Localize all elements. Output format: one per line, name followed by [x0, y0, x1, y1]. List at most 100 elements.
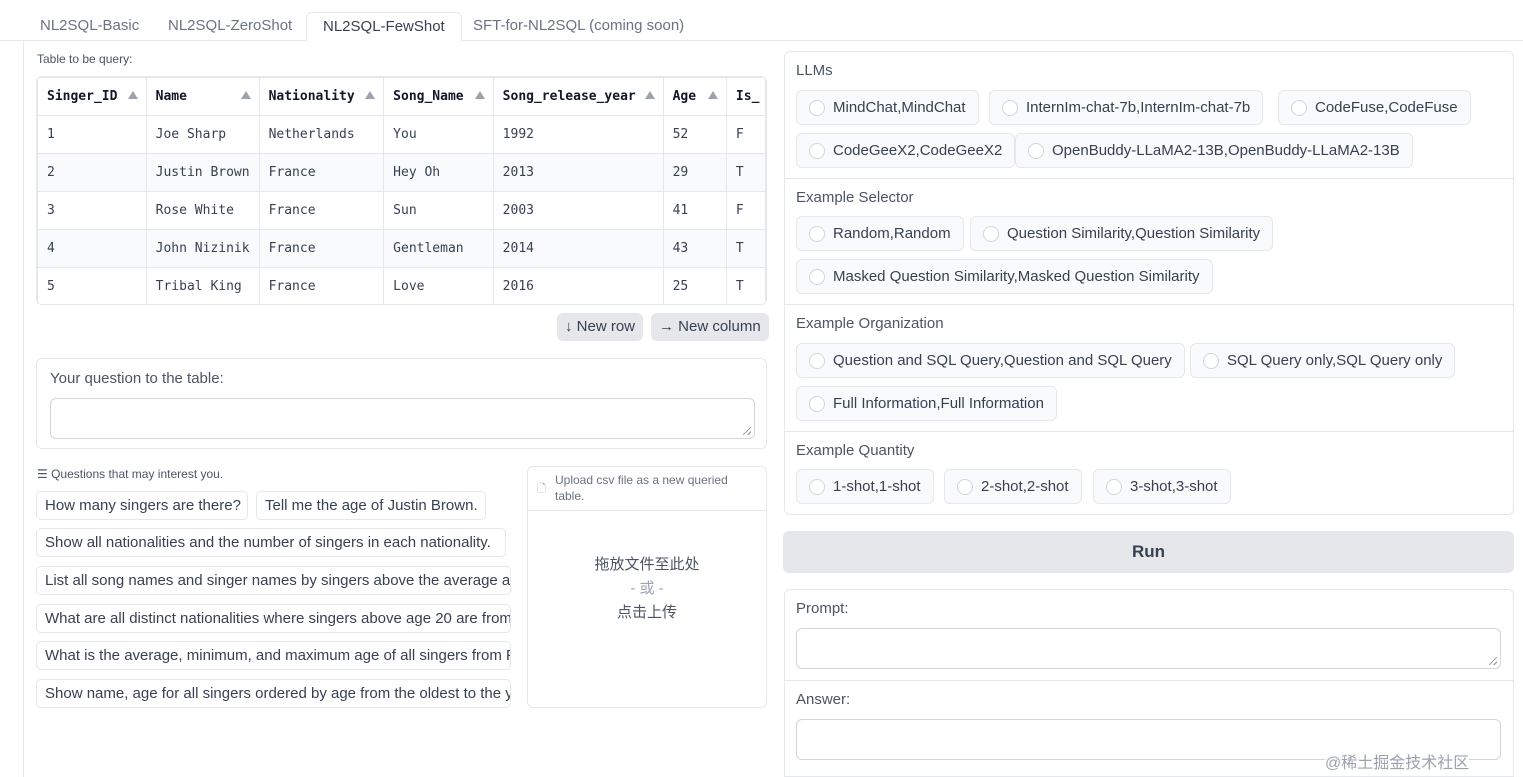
example-question[interactable]: How many singers are there? [36, 491, 248, 520]
table-label: Table to be query: [37, 52, 133, 66]
left-border [23, 41, 24, 777]
col-header-nationality[interactable]: Nationality [258, 77, 385, 116]
example-question[interactable]: Tell me the age of Justin Brown. [256, 491, 486, 520]
table-cell[interactable]: Rose White [145, 191, 260, 230]
table-cell[interactable]: F [725, 191, 766, 230]
table-cell[interactable]: Love [383, 267, 494, 304]
table-cell[interactable]: 4 [37, 229, 147, 268]
table-cell[interactable]: You [383, 115, 494, 154]
radio-llm-codegeex2[interactable]: CodeGeeX2,CodeGeeX2 [796, 133, 1016, 168]
example-question[interactable]: What are all distinct nationalities wher… [36, 604, 511, 633]
table-cell[interactable]: 41 [662, 191, 727, 230]
table-cell[interactable]: Joe Sharp [145, 115, 260, 154]
radio-circle-icon [957, 479, 973, 495]
radio-selector-masked-similarity[interactable]: Masked Question Similarity,Masked Questi… [796, 259, 1213, 294]
radio-org-sql-only[interactable]: SQL Query only,SQL Query only [1190, 343, 1456, 378]
table-row: 4 John Nizinik France Gentleman 2014 43 T [37, 229, 766, 268]
radio-quantity-1shot[interactable]: 1-shot,1-shot [796, 469, 934, 504]
divider [784, 680, 1514, 681]
radio-llm-codefuse[interactable]: CodeFuse,CodeFuse [1278, 90, 1471, 125]
radio-circle-icon [809, 143, 825, 159]
table-cell[interactable]: 2013 [492, 153, 664, 192]
table-cell[interactable]: John Nizinik [145, 229, 260, 268]
table-cell[interactable]: 5 [37, 267, 147, 304]
radio-circle-icon [809, 100, 825, 116]
data-table-container: Singer_ID Name Nationality Song_Name Son… [36, 76, 767, 305]
col-header-song-release-year[interactable]: Song_release_year [492, 77, 664, 116]
table-cell[interactable]: Netherlands [258, 115, 385, 154]
upload-dropzone[interactable]: 拖放文件至此处 - 或 - 点击上传 [528, 553, 766, 625]
table-cell[interactable]: T [725, 267, 766, 304]
table-cell[interactable]: Hey Oh [383, 153, 494, 192]
table-cell[interactable]: 2014 [492, 229, 664, 268]
radio-llm-mindchat[interactable]: MindChat,MindChat [796, 90, 979, 125]
table-cell[interactable]: 1 [37, 115, 147, 154]
resize-grip-icon[interactable] [1489, 657, 1497, 665]
upload-label: Upload csv file as a new queried table. [555, 473, 728, 503]
radio-circle-icon [809, 353, 825, 369]
run-button[interactable]: Run [783, 531, 1514, 573]
tab-nl2sql-basic[interactable]: NL2SQL-Basic [24, 12, 155, 41]
table-cell[interactable]: France [258, 267, 385, 304]
radio-selector-question-similarity[interactable]: Question Similarity,Question Similarity [970, 216, 1274, 251]
file-icon: 🗋 [537, 483, 546, 495]
divider [784, 178, 1514, 179]
tab-sft-for-nl2sql[interactable]: SFT-for-NL2SQL (coming soon) [457, 12, 700, 41]
tab-nl2sql-fewshot[interactable]: NL2SQL-FewShot [306, 12, 462, 42]
upload-header: 🗋 Upload csv file as a new queried table… [528, 467, 766, 511]
example-question[interactable]: List all song names and singer names by … [36, 566, 511, 595]
upload-click-text: 点击上传 [616, 604, 677, 621]
table-cell[interactable]: 43 [662, 229, 727, 268]
new-column-button[interactable]: → New column [651, 313, 769, 341]
radio-quantity-3shot[interactable]: 3-shot,3-shot [1093, 469, 1231, 504]
radio-selector-random[interactable]: Random,Random [796, 216, 964, 251]
col-header-name[interactable]: Name [145, 77, 260, 116]
table-cell[interactable]: F [725, 115, 766, 154]
col-header-singer-id[interactable]: Singer_ID [37, 77, 147, 116]
radio-circle-icon [809, 396, 825, 412]
table-cell[interactable]: 3 [37, 191, 147, 230]
table-cell[interactable]: 1992 [492, 115, 664, 154]
data-table: Singer_ID Name Nationality Song_Name Son… [37, 77, 766, 304]
selector-label: Example Selector [796, 189, 914, 206]
prompt-output[interactable] [796, 628, 1501, 669]
table-cell[interactable]: Sun [383, 191, 494, 230]
radio-circle-icon [809, 479, 825, 495]
radio-llm-internlm[interactable]: InternIm-chat-7b,InternIm-chat-7b [989, 90, 1264, 125]
table-cell[interactable]: France [258, 229, 385, 268]
new-row-button[interactable]: ↓ New row [557, 313, 644, 341]
table-cell[interactable]: T [725, 229, 766, 268]
col-header-is[interactable]: Is_ [725, 77, 766, 116]
table-cell[interactable]: T [725, 153, 766, 192]
table-cell[interactable]: France [258, 153, 385, 192]
question-input[interactable] [50, 398, 755, 439]
radio-circle-icon [983, 226, 999, 242]
table-cell[interactable]: 25 [662, 267, 727, 304]
upload-panel[interactable]: 🗋 Upload csv file as a new queried table… [527, 466, 767, 708]
table-cell[interactable]: France [258, 191, 385, 230]
resize-grip-icon[interactable] [743, 427, 751, 435]
example-question[interactable]: Show name, age for all singers ordered b… [36, 679, 511, 708]
example-question[interactable]: What is the average, minimum, and maximu… [36, 641, 511, 670]
table-cell[interactable]: Gentleman [383, 229, 494, 268]
radio-org-question-sql[interactable]: Question and SQL Query,Question and SQL … [796, 343, 1185, 378]
table-cell[interactable]: 2016 [492, 267, 664, 304]
table-cell[interactable]: 29 [662, 153, 727, 192]
radio-org-full-info[interactable]: Full Information,Full Information [796, 386, 1057, 421]
table-cell[interactable]: 2 [37, 153, 147, 192]
col-header-age[interactable]: Age [662, 77, 727, 116]
llms-label: LLMs [796, 62, 833, 79]
table-cell[interactable]: Tribal King [145, 267, 260, 304]
table-cell[interactable]: 52 [662, 115, 727, 154]
example-question[interactable]: Show all nationalities and the number of… [36, 528, 506, 557]
table-cell[interactable]: 2003 [492, 191, 664, 230]
tab-nl2sql-zeroshot[interactable]: NL2SQL-ZeroShot [152, 12, 308, 41]
table-cell[interactable]: Justin Brown [145, 153, 260, 192]
radio-llm-openbuddy[interactable]: OpenBuddy-LLaMA2-13B,OpenBuddy-LLaMA2-13… [1015, 133, 1413, 168]
col-header-song-name[interactable]: Song_Name [383, 77, 494, 116]
radio-circle-icon [1291, 100, 1307, 116]
question-label: Your question to the table: [50, 370, 224, 387]
radio-circle-icon [1028, 143, 1044, 159]
organization-label: Example Organization [796, 315, 944, 332]
radio-quantity-2shot[interactable]: 2-shot,2-shot [944, 469, 1082, 504]
